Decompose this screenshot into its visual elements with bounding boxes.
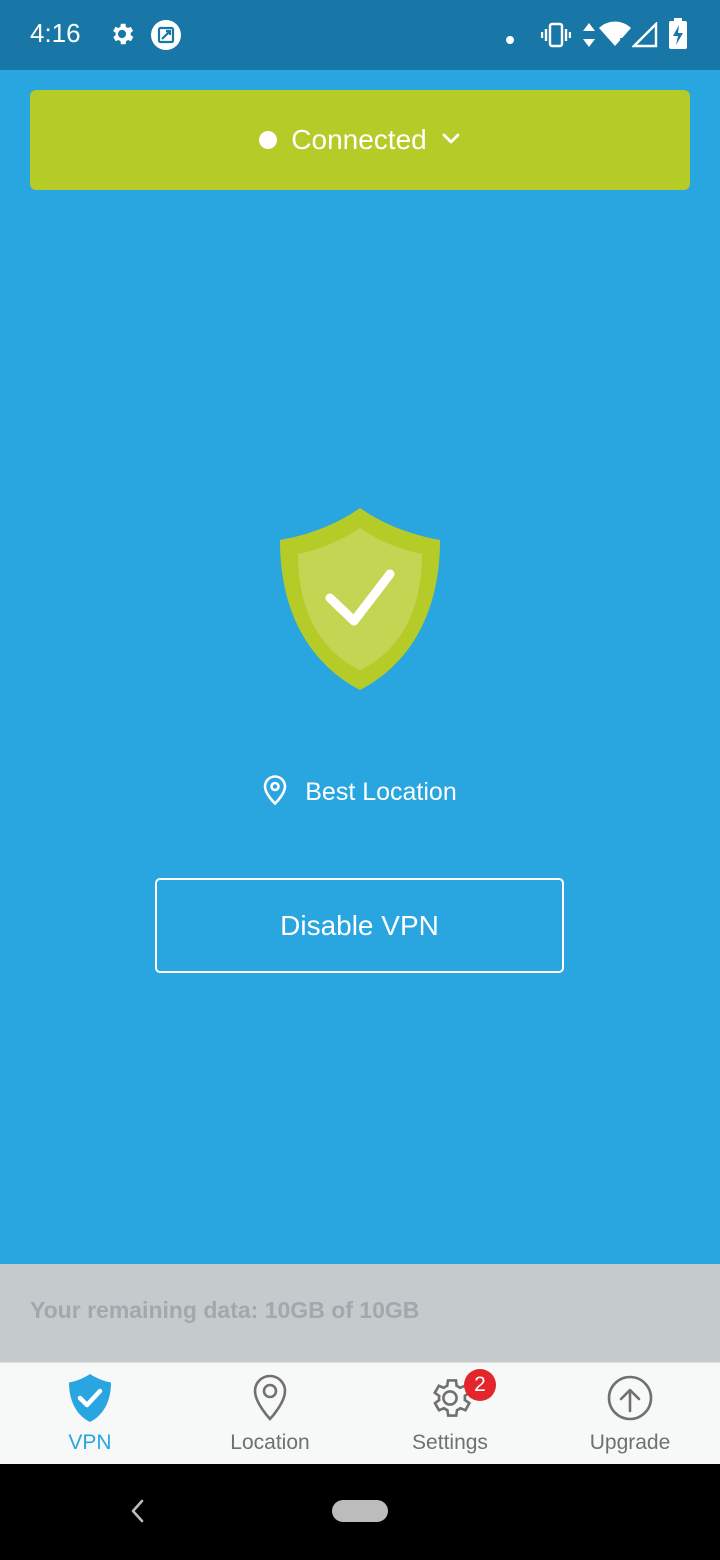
nav-upgrade[interactable]: Upgrade — [540, 1363, 720, 1465]
svg-text:5: 5 — [619, 36, 627, 48]
nav-settings[interactable]: 2 Settings — [360, 1363, 540, 1465]
remaining-data-text: Your remaining data: 10GB of 10GB — [30, 1297, 420, 1323]
nav-label: Upgrade — [589, 1431, 671, 1454]
connection-status-banner[interactable]: Connected — [30, 90, 690, 190]
nav-label: VPN — [68, 1431, 112, 1454]
status-dot-icon — [259, 131, 278, 149]
settings-icon — [108, 20, 136, 52]
upload-arrow-icon — [606, 1373, 654, 1425]
bottom-navigation: VPN Location 2 Settings Upgrade — [0, 1362, 720, 1464]
data-arrows-icon — [582, 22, 596, 52]
back-icon[interactable] — [128, 1498, 148, 1528]
nav-location[interactable]: Location — [180, 1363, 360, 1465]
chevron-down-icon — [441, 131, 461, 150]
nav-vpn[interactable]: VPN — [0, 1363, 180, 1465]
nav-label: Location — [230, 1431, 310, 1454]
system-navigation-bar — [0, 1464, 720, 1560]
map-pin-icon — [250, 1373, 290, 1425]
screenshot-icon — [150, 19, 182, 55]
dot-icon — [505, 30, 515, 49]
shield-check-icon — [280, 508, 440, 690]
notification-badge: 2 — [464, 1369, 496, 1401]
vibrate-icon — [540, 22, 572, 52]
data-usage-bar: Your remaining data: 10GB of 10GB — [0, 1264, 720, 1362]
wifi-icon: 5 — [598, 20, 632, 52]
signal-icon — [631, 21, 658, 52]
gear-icon: 2 — [426, 1369, 496, 1425]
connection-status-label: Connected — [291, 124, 427, 155]
battery-charging-icon — [668, 18, 688, 54]
map-pin-icon — [263, 775, 287, 809]
disable-vpn-button[interactable]: Disable VPN — [155, 878, 564, 973]
status-bar: 4:16 5 — [0, 0, 720, 70]
location-label: Best Location — [305, 777, 457, 806]
selected-location[interactable]: Best Location — [0, 775, 720, 809]
home-button[interactable] — [332, 1500, 388, 1522]
nav-label: Settings — [412, 1431, 488, 1454]
shield-check-icon — [68, 1373, 112, 1425]
status-time: 4:16 — [30, 18, 81, 48]
